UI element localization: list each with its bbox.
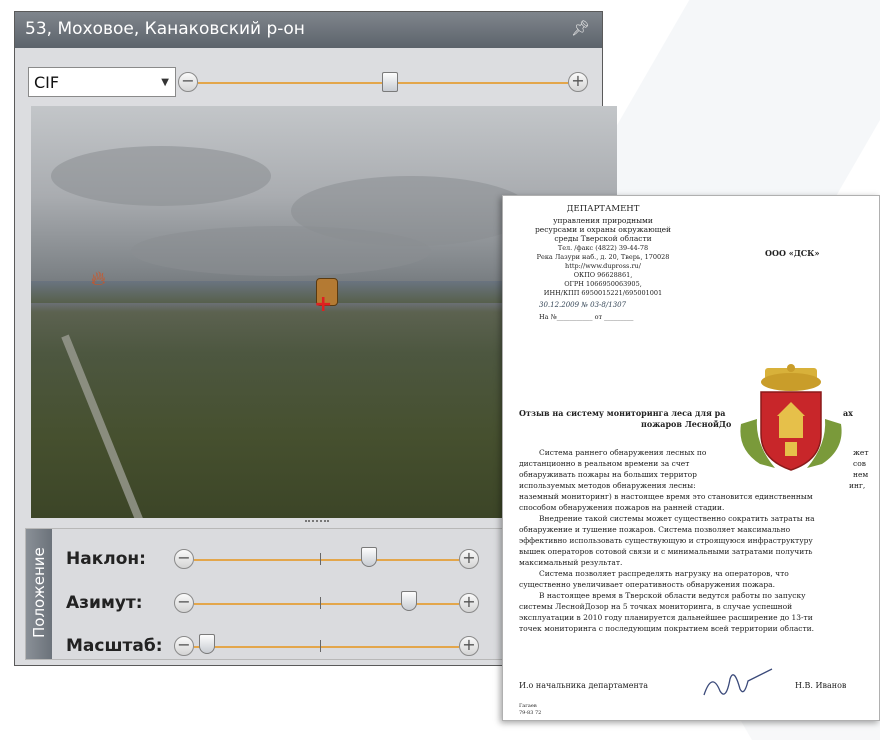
- resize-grip[interactable]: [305, 520, 329, 526]
- resolution-value: CIF: [34, 73, 60, 92]
- doc-body-line: Система позволяет распределять нагрузку …: [539, 569, 789, 578]
- zoom-scale-label: Масштаб:: [66, 636, 163, 656]
- tilt-center-tick: [320, 553, 321, 565]
- crosshair-icon: +: [314, 292, 333, 317]
- scale-center-tick: [320, 640, 321, 652]
- doc-subject: Отзыв на систему мониторинга леса для ра: [519, 408, 726, 418]
- doc-header-line: ОКПО 96628861,: [573, 271, 633, 279]
- panel-titlebar: 53, Моховое, Канаковский р-он 📌︎: [15, 12, 602, 48]
- doc-body-line: максимальный результат.: [519, 558, 623, 567]
- doc-body-line: дистанционно в реальном времени за счет: [519, 459, 690, 468]
- tilt-slider-track[interactable]: [194, 559, 459, 561]
- doc-body-fragment: сов: [853, 459, 866, 468]
- cloud: [51, 146, 271, 206]
- doc-body-line: способом обнаружения пожаров на ранней с…: [519, 503, 725, 512]
- azimuth-slider-thumb[interactable]: [400, 591, 417, 611]
- doc-header-line: Тел. /факс (4822) 39-44-78: [557, 244, 649, 252]
- doc-header-line: ИНН/КПП 6950015221/695001001: [543, 289, 663, 297]
- doc-company: ООО «ДСК»: [765, 248, 820, 258]
- panel-title: 53, Моховое, Канаковский р-он: [25, 19, 305, 39]
- doc-footer: Гагаев: [519, 703, 537, 709]
- doc-body-line: существенно увеличивает оперативность об…: [519, 580, 776, 589]
- azimuth-slider-track[interactable]: [194, 603, 459, 605]
- doc-header-line: Река Лазури наб., д. 20, Тверь, 170028: [536, 253, 670, 261]
- tilt-increase-icon[interactable]: +: [459, 549, 479, 569]
- doc-signer-title: И.о начальника департамента: [519, 681, 649, 690]
- doc-footer: 79-83 72: [519, 710, 542, 716]
- doc-body-line: Внедрение такой системы может существенн…: [539, 514, 815, 523]
- doc-body-fragment: нем: [853, 470, 869, 479]
- scale-slider-track[interactable]: [194, 646, 459, 648]
- pin-icon[interactable]: 📌︎: [571, 19, 590, 37]
- coat-of-arms-icon: [740, 364, 842, 471]
- position-tab-label: Положение: [30, 547, 48, 638]
- signature-icon: [703, 668, 773, 696]
- tilt-decrease-icon[interactable]: −: [174, 549, 194, 569]
- doc-body-line: наземный мониторинг) в настоящее время э…: [519, 492, 813, 501]
- forest-road: [61, 334, 152, 518]
- doc-header-line: ресурсами и охраны окружающей: [534, 225, 672, 234]
- doc-body-line: обнаружение и тушение пожаров. Система п…: [519, 525, 791, 534]
- zoom-in-icon[interactable]: +: [568, 72, 588, 92]
- doc-date-line: 30.12.2009 № 03-8/1307: [539, 301, 627, 309]
- doc-body-line: эффективно использовать существующую и с…: [519, 536, 813, 545]
- review-letter-document: ДЕПАРТАМЕНТ управления природными ресурс…: [502, 195, 880, 721]
- doc-body-line: обнаруживать пожары на больших территор: [519, 470, 697, 479]
- chevron-down-icon: ▼: [161, 77, 169, 88]
- zoom-slider-thumb[interactable]: [382, 72, 399, 92]
- doc-body-line: используемых методов обнаружения лесны:: [519, 481, 696, 490]
- doc-body-line: В настоящее время в Тверской области вед…: [539, 591, 806, 600]
- resolution-select[interactable]: CIF ▼: [28, 67, 176, 97]
- doc-header-line: http://www.dupross.ru/: [565, 262, 641, 270]
- tilt-label: Наклон:: [66, 549, 146, 569]
- azimuth-center-tick: [320, 597, 321, 609]
- doc-body-line: Система раннего обнаружения лесных по: [539, 448, 707, 457]
- doc-header-line: ДЕПАРТАМЕНТ: [566, 204, 640, 214]
- tilt-slider-thumb[interactable]: [360, 547, 377, 567]
- azimuth-increase-icon[interactable]: +: [459, 593, 479, 613]
- scale-increase-icon[interactable]: +: [459, 636, 479, 656]
- doc-body-line: эксплуатации в 2010 году планируется дал…: [519, 613, 813, 622]
- position-tab[interactable]: Положение: [26, 529, 52, 659]
- doc-ref-line: На №___________ от _________: [539, 313, 634, 321]
- cloud: [131, 226, 431, 276]
- azimuth-label: Азимут:: [66, 593, 143, 613]
- doc-header-line: среды Тверской области: [554, 234, 652, 243]
- doc-header-line: управления природными: [553, 216, 653, 225]
- doc-header-line: ОГРН 1066950063905,: [564, 280, 642, 288]
- doc-signer-name: Н.В. Иванов: [795, 681, 847, 690]
- doc-subject: пожаров ЛеснойДо: [641, 419, 732, 429]
- azimuth-decrease-icon[interactable]: −: [174, 593, 194, 613]
- doc-body-line: точек мониторинга с последующим покрытие…: [519, 624, 815, 633]
- doc-body-line: системы ЛеснойДозор на 5 точках монитори…: [519, 602, 793, 611]
- doc-body-line: вышек операторов сотовой связи и с миним…: [519, 547, 813, 556]
- zoom-out-icon[interactable]: −: [178, 72, 198, 92]
- doc-body-fragment: жет: [853, 448, 869, 457]
- doc-body-fragment: инг,: [849, 481, 866, 490]
- fire-marker-icon[interactable]: 🔥︎: [91, 266, 106, 290]
- scale-decrease-icon[interactable]: −: [174, 636, 194, 656]
- scale-slider-thumb[interactable]: [199, 634, 216, 654]
